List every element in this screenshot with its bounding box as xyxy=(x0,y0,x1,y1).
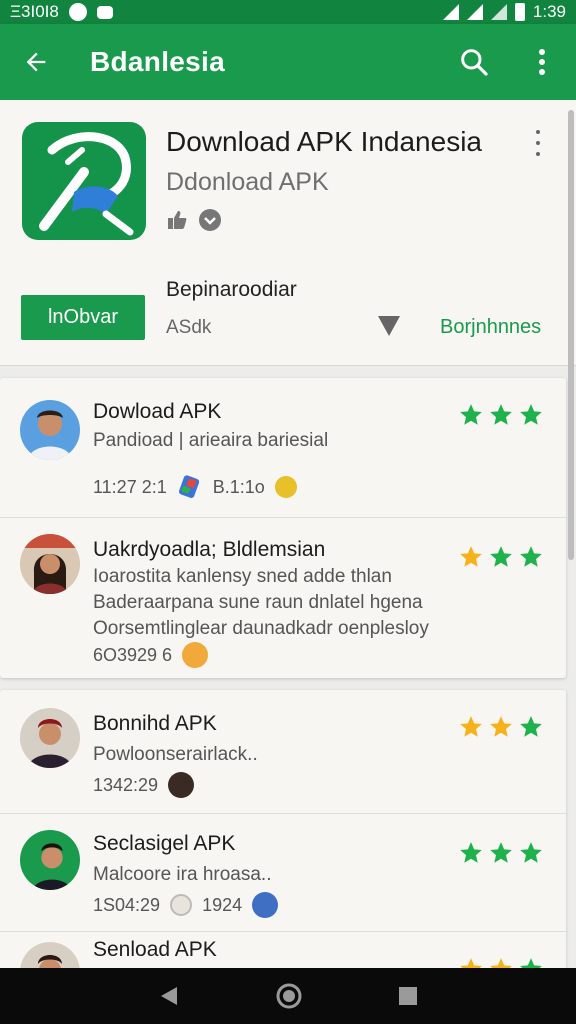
developer-name[interactable]: Bepinaroodiar xyxy=(166,278,297,302)
rating-stars xyxy=(458,714,544,740)
review-title: Bonnihd APK xyxy=(93,712,217,735)
link-icon xyxy=(170,894,193,916)
wifi-icon xyxy=(442,4,459,20)
star-icon xyxy=(460,716,482,737)
review-timestamp: 6O3929 6 xyxy=(93,644,173,665)
signal-icon xyxy=(466,4,483,20)
review-item[interactable]: Dowload APK Pandioad | arieaira bariesia… xyxy=(0,378,566,518)
avatar xyxy=(20,400,80,460)
star-icon xyxy=(490,842,512,863)
app-more-button[interactable] xyxy=(528,130,548,156)
user-avatar-icon xyxy=(252,892,279,918)
app-size: ASdk xyxy=(166,317,212,338)
more-options-button[interactable] xyxy=(508,24,576,100)
review-version: 1924 xyxy=(202,894,243,915)
app-logo-icon xyxy=(39,132,134,236)
review-timestamp: 1S04:29 xyxy=(93,894,161,915)
avatar xyxy=(20,708,80,768)
user-avatar-icon xyxy=(168,772,195,798)
app-name: Download APK Indanesia xyxy=(166,126,482,157)
review-title: Seclasigel APK xyxy=(93,832,236,855)
rating-stars xyxy=(458,402,544,428)
install-button[interactable]: lnObvar xyxy=(21,295,145,340)
review-title: Uakrdyoadla; Bldlemsian xyxy=(93,538,326,561)
app-badges xyxy=(166,208,222,232)
review-title: Senload APK xyxy=(93,938,217,961)
review-body-line: Oorsemtlinglear daunadkadr oenplesloy xyxy=(93,618,429,639)
review-item[interactable]: Uakrdyoadla; Bldlemsian Ioarostita kanle… xyxy=(0,518,566,678)
category-link[interactable]: Borjnhnnes xyxy=(440,316,541,339)
notification-icon xyxy=(68,3,87,21)
app-bar: Bdanlesia xyxy=(0,24,576,100)
review-title: Dowload APK xyxy=(93,400,222,423)
star-icon xyxy=(460,404,482,425)
surprised-emoji-icon xyxy=(182,642,209,668)
signal-icon xyxy=(490,4,507,20)
review-body: Pandioad | arieaira bariesial xyxy=(93,430,329,451)
review-meta: 1S04:29 1924 xyxy=(93,892,279,918)
review-meta: 6O3929 6 xyxy=(93,642,209,668)
nav-recents-icon[interactable] xyxy=(397,985,419,1007)
star-icon xyxy=(520,716,542,737)
review-body-line: Ioarostita kanlensy sned adde thlan xyxy=(93,566,392,587)
search-button[interactable] xyxy=(440,24,508,100)
star-icon xyxy=(490,404,512,425)
back-button[interactable] xyxy=(0,24,72,100)
search-icon xyxy=(461,49,488,76)
review-item[interactable]: Seclasigel APK Malcoore ira hroasa.. 1S0… xyxy=(0,814,566,932)
review-item[interactable]: Senload APK xyxy=(0,932,566,972)
avatar xyxy=(20,534,80,594)
more-vert-icon xyxy=(539,49,545,75)
avatar xyxy=(20,830,80,890)
status-bar: Ξ3Ι0Ι8 1:39 xyxy=(0,0,576,24)
sunglasses-emoji-icon xyxy=(274,476,297,498)
review-timestamp: 1342:29 xyxy=(93,774,159,795)
app-subtitle: Ddonload APK xyxy=(166,168,329,196)
review-item[interactable]: Bonnihd APK Powloonserairlack.. 1342:29 xyxy=(0,690,566,814)
rating-stars xyxy=(458,544,544,570)
battery-icon xyxy=(514,3,525,21)
rating-stars xyxy=(458,840,544,866)
reviews-card: Bonnihd APK Powloonserairlack.. 1342:29 … xyxy=(0,690,566,972)
review-timestamp: 11:27 2:1 xyxy=(93,476,167,497)
arrow-back-icon xyxy=(26,52,46,72)
review-body-line: Baderaarpana sune raun dnlatel hgena xyxy=(93,592,423,613)
review-version: B.1:1o xyxy=(212,476,265,497)
review-meta: 1342:29 xyxy=(93,772,195,798)
app-icon xyxy=(22,122,146,240)
scrollbar[interactable] xyxy=(568,110,574,560)
nav-home-icon[interactable] xyxy=(275,982,303,1010)
status-time: 1:39 xyxy=(532,2,566,21)
thumbs-up-icon xyxy=(168,211,187,229)
review-body: Malcoore ira hroasa.. xyxy=(93,864,272,885)
review-body: Powloonserairlack.. xyxy=(93,744,258,765)
review-meta: 11:27 2:1 B.1:1o xyxy=(93,474,297,500)
star-icon xyxy=(520,404,542,425)
filter-icon[interactable] xyxy=(376,312,402,338)
nav-back-icon[interactable] xyxy=(157,984,181,1008)
notification-icon xyxy=(96,5,113,19)
app-header-card: Download APK Indanesia Ddonload APK Bepi… xyxy=(0,100,576,366)
reviews-card: Dowload APK Pandioad | arieaira bariesia… xyxy=(0,378,566,678)
verified-icon xyxy=(199,209,221,231)
apk-icon xyxy=(178,475,199,498)
star-icon xyxy=(520,546,542,567)
app-bar-title: Bdanlesia xyxy=(90,46,225,77)
system-nav-bar xyxy=(0,968,576,1024)
star-icon xyxy=(490,546,512,567)
star-icon xyxy=(460,842,482,863)
star-icon xyxy=(460,546,482,567)
star-icon xyxy=(520,842,542,863)
star-icon xyxy=(490,716,512,737)
status-notification-text: Ξ3Ι0Ι8 xyxy=(10,2,59,21)
